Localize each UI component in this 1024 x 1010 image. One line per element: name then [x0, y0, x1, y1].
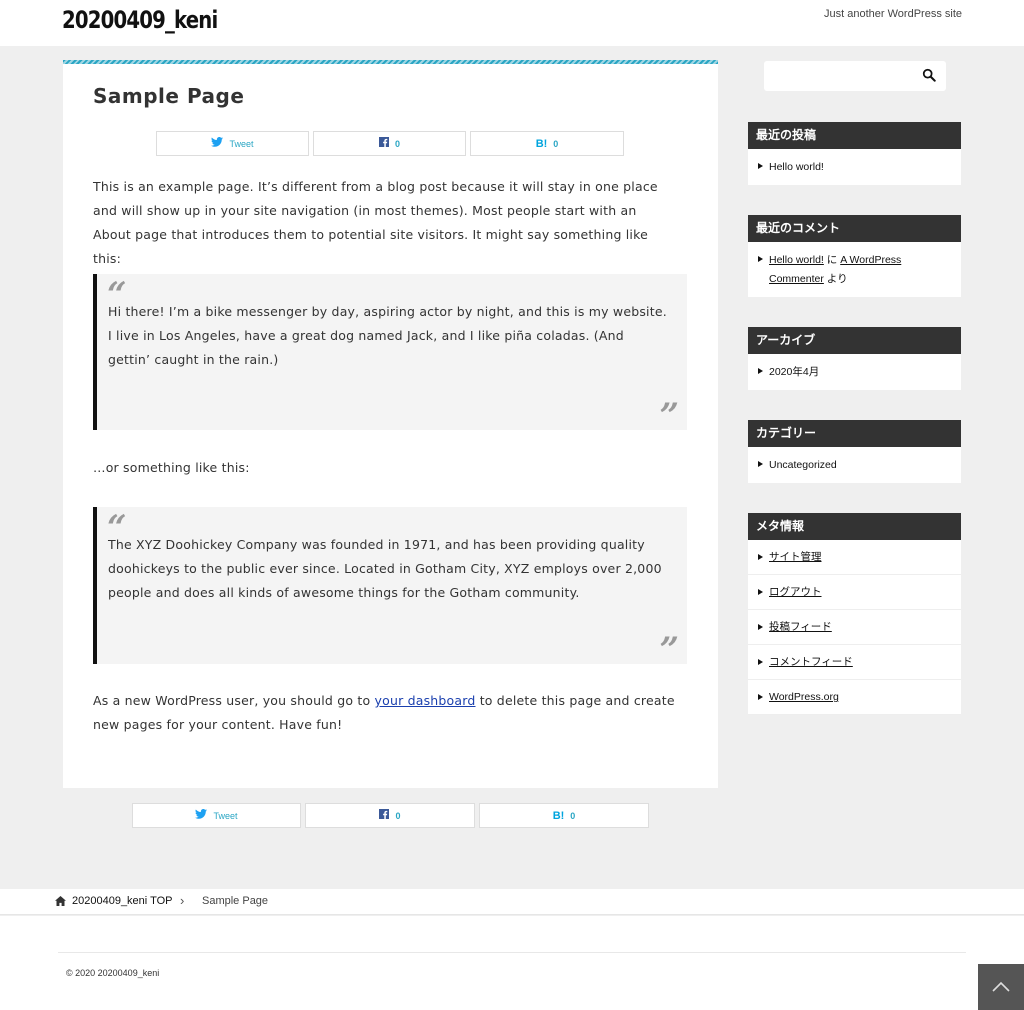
ni-text: に: [826, 254, 838, 266]
list-item[interactable]: Uncategorized: [748, 447, 961, 483]
category-link[interactable]: Uncategorized: [769, 459, 837, 471]
share-buttons-top: Tweet 0 B! 0: [156, 131, 624, 156]
list-item[interactable]: 投稿フィード: [748, 610, 961, 645]
widget-recent-comments: 最近のコメント Hello world! に A WordPress Comme…: [748, 215, 961, 297]
list-item[interactable]: ログアウト: [748, 575, 961, 610]
close-quote-icon: ”: [659, 396, 679, 436]
tweet-button[interactable]: Tweet: [132, 803, 301, 828]
list-item[interactable]: Hello world!: [748, 149, 961, 185]
chevron-right-icon: ›: [180, 893, 185, 908]
search-input[interactable]: [764, 61, 946, 91]
list-item[interactable]: WordPress.org: [748, 680, 961, 715]
blockquote-2: “ The XYZ Doohickey Company was founded …: [93, 507, 687, 670]
recent-post-link[interactable]: Hello world!: [769, 161, 824, 173]
widget-title: 最近のコメント: [748, 215, 961, 242]
meta-link-comments-feed[interactable]: コメントフィード: [769, 656, 853, 668]
share-buttons-bottom: Tweet 0 B! 0: [132, 803, 649, 828]
site-header: 20200409_keni Just another WordPress sit…: [0, 0, 1024, 46]
widget-recent-posts: 最近の投稿 Hello world!: [748, 122, 961, 185]
widget-title: カテゴリー: [748, 420, 961, 447]
hatena-bookmark-icon: B!: [535, 137, 548, 150]
outro-text-before: As a new WordPress user, you should go t…: [93, 693, 375, 708]
list-item[interactable]: コメントフィード: [748, 645, 961, 680]
footer-divider: [58, 952, 966, 953]
list-item[interactable]: サイト管理: [748, 540, 961, 575]
twitter-icon: [211, 137, 224, 150]
archive-link[interactable]: 2020年4月: [769, 366, 819, 378]
breadcrumb-current: Sample Page: [202, 895, 269, 907]
hatena-count: 0: [570, 810, 576, 821]
twitter-icon: [195, 809, 208, 822]
page-title: Sample Page: [93, 84, 245, 108]
widget-title: メタ情報: [748, 513, 961, 540]
hatena-bookmark-button[interactable]: B! 0: [470, 131, 624, 156]
facebook-icon: [379, 809, 390, 822]
facebook-share-button[interactable]: 0: [305, 803, 475, 828]
or-paragraph: …or something like this:: [93, 460, 250, 475]
facebook-count: 0: [394, 138, 400, 149]
hatena-bookmark-button[interactable]: B! 0: [479, 803, 649, 828]
intro-paragraph: This is an example page. It’s different …: [93, 179, 658, 266]
hatena-bookmark-icon: B!: [552, 809, 565, 822]
facebook-icon: [378, 137, 389, 150]
yori-text: より: [826, 273, 848, 285]
breadcrumb: 20200409_keni TOP › Sample Page: [0, 889, 1024, 915]
facebook-count: 0: [395, 810, 401, 821]
search-icon[interactable]: [922, 68, 936, 82]
hatena-count: 0: [553, 138, 559, 149]
close-quote-icon: ”: [659, 630, 679, 670]
main-content: Sample Page Tweet 0 B! 0 This is an exam…: [63, 60, 718, 788]
blockquote-1: “ Hi there! I’m a bike messenger by day,…: [93, 274, 687, 436]
tweet-label: Tweet: [229, 138, 254, 149]
blockquote-2-text: The XYZ Doohickey Company was founded in…: [108, 537, 662, 600]
meta-link-wordpress-org[interactable]: WordPress.org: [769, 691, 839, 703]
blockquote-1-text: Hi there! I’m a bike messenger by day, a…: [108, 304, 667, 367]
tweet-button[interactable]: Tweet: [156, 131, 309, 156]
accent-stripe: [63, 60, 718, 64]
widget-meta: メタ情報 サイト管理 ログアウト 投稿フィード コメントフィード WordPre…: [748, 513, 961, 715]
comment-post-link[interactable]: Hello world!: [769, 254, 824, 266]
list-item: Hello world! に A WordPress Commenter より: [748, 242, 961, 297]
list-item[interactable]: 2020年4月: [748, 354, 961, 390]
site-tagline: Just another WordPress site: [824, 8, 962, 20]
tweet-label: Tweet: [213, 810, 238, 821]
breadcrumb-home-link[interactable]: 20200409_keni TOP: [72, 895, 173, 907]
home-icon: [55, 896, 66, 906]
outro-paragraph: As a new WordPress user, you should go t…: [93, 689, 678, 737]
dashboard-link[interactable]: your dashboard: [375, 693, 476, 708]
back-to-top-button[interactable]: [978, 964, 1024, 1010]
facebook-share-button[interactable]: 0: [313, 131, 466, 156]
copyright: © 2020 20200409_keni: [66, 968, 160, 978]
widget-categories: カテゴリー Uncategorized: [748, 420, 961, 483]
site-footer: © 2020 20200409_keni: [0, 916, 1024, 1010]
meta-link-logout[interactable]: ログアウト: [769, 586, 822, 598]
chevron-up-icon: [992, 981, 1010, 992]
site-title[interactable]: 20200409_keni: [62, 6, 218, 34]
meta-link-site-admin[interactable]: サイト管理: [769, 551, 822, 563]
meta-link-posts-feed[interactable]: 投稿フィード: [769, 621, 832, 633]
widget-archives: アーカイブ 2020年4月: [748, 327, 961, 390]
widget-title: アーカイブ: [748, 327, 961, 354]
widget-title: 最近の投稿: [748, 122, 961, 149]
